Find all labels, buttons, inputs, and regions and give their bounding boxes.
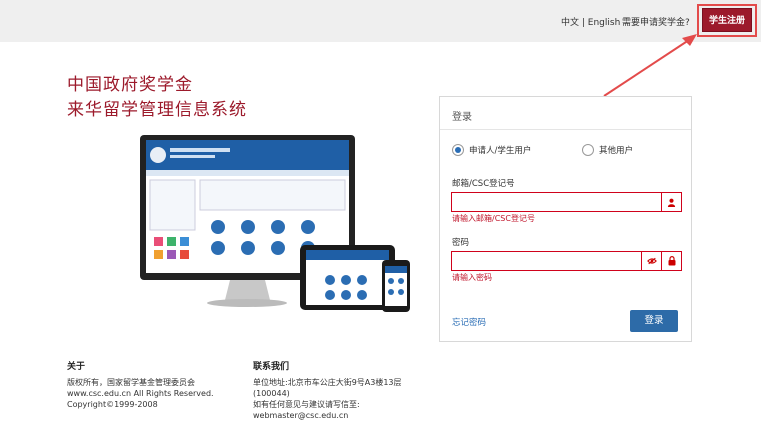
password-label: 密码 [452, 238, 470, 248]
login-panel: 登录 申请人/学生用户 其他用户 邮箱/CSC登记号 请输入邮箱/CSC登记号 … [439, 96, 692, 342]
email-error-message: 请输入邮箱/CSC登记号 [452, 214, 535, 223]
language-switcher: 中文 | English [561, 15, 620, 28]
email-field[interactable] [451, 192, 682, 212]
footer-about-title: 关于 [67, 362, 86, 372]
password-field[interactable] [451, 251, 682, 271]
footer-contact-line: 单位地址:北京市车公庄大街9号A3楼13层 [253, 378, 402, 387]
footer-contact-line: 如有任何意见与建议请写信至: [253, 400, 360, 409]
forgot-password-link[interactable]: 忘记密码 [452, 316, 486, 328]
footer-contact-title: 联系我们 [253, 362, 290, 372]
footer-contact: 联系我们 单位地址:北京市车公庄大街9号A3楼13层 (100044) 如有任何… [253, 362, 402, 421]
footer-contact-email[interactable]: webmaster@csc.edu.cn [253, 410, 402, 421]
lock-icon [661, 252, 681, 270]
lang-separator: | [579, 18, 588, 28]
apply-scholarship-link[interactable]: 需要申请奖学金? [622, 15, 690, 28]
login-panel-title: 登录 [440, 97, 691, 130]
radio-checked-icon [452, 144, 464, 156]
devices-illustration [140, 135, 410, 312]
footer-about-line: www.csc.edu.cn All Rights Reserved. [67, 389, 214, 398]
lang-english-link[interactable]: English [588, 18, 621, 28]
radio-other-label: 其他用户 [599, 146, 634, 156]
lang-chinese-link[interactable]: 中文 [561, 18, 579, 28]
annotation-highlight-box [697, 4, 757, 37]
user-icon [661, 193, 681, 211]
email-label: 邮箱/CSC登记号 [452, 179, 515, 189]
footer-about: 关于 版权所有，国家留学基金管理委员会 www.csc.edu.cn All R… [67, 362, 214, 410]
system-title-line1: 中国政府奖学金 [67, 75, 193, 95]
login-button[interactable]: 登录 [630, 310, 678, 332]
system-title-line2: 来华留学管理信息系统 [67, 100, 247, 120]
footer-about-line: Copyright©1999-2008 [67, 400, 158, 409]
footer-contact-line: (100044) [253, 389, 290, 398]
radio-applicant-label: 申请人/学生用户 [469, 146, 532, 156]
radio-unchecked-icon [582, 144, 594, 156]
radio-other-user[interactable]: 其他用户 [582, 144, 633, 156]
radio-applicant[interactable]: 申请人/学生用户 [452, 144, 531, 156]
password-error-message: 请输入密码 [452, 273, 492, 282]
toggle-password-visibility-icon[interactable] [641, 252, 661, 270]
footer-about-line: 版权所有，国家留学基金管理委员会 [67, 378, 195, 387]
annotation-arrow-icon [603, 34, 697, 97]
